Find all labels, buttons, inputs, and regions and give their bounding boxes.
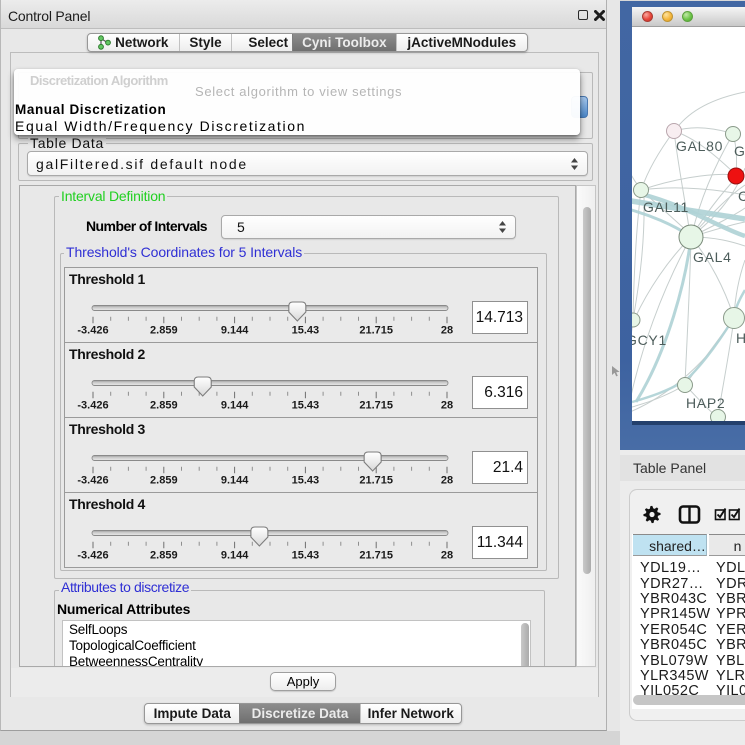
- svg-text:15.43: 15.43: [292, 474, 320, 486]
- svg-text:GAL80: GAL80: [676, 138, 723, 154]
- svg-text:GAL11: GAL11: [643, 199, 689, 215]
- svg-text:-3.426: -3.426: [77, 324, 108, 336]
- svg-text:2.859: 2.859: [150, 474, 178, 486]
- svg-text:28: 28: [441, 474, 453, 486]
- svg-text:GAL4: GAL4: [693, 249, 732, 265]
- svg-text:28: 28: [441, 324, 453, 336]
- svg-text:G.: G.: [734, 143, 745, 159]
- svg-text:9.144: 9.144: [221, 324, 249, 336]
- svg-text:21.715: 21.715: [359, 549, 393, 561]
- svg-text:-3.426: -3.426: [77, 549, 108, 561]
- svg-text:GCY1: GCY1: [632, 332, 667, 348]
- svg-text:15.43: 15.43: [292, 324, 320, 336]
- svg-text:H: H: [736, 330, 745, 346]
- svg-text:2.859: 2.859: [150, 324, 178, 336]
- svg-text:15.43: 15.43: [292, 549, 320, 561]
- svg-text:15.43: 15.43: [292, 399, 320, 411]
- svg-text:9.144: 9.144: [221, 474, 249, 486]
- svg-text:-3.426: -3.426: [77, 399, 108, 411]
- svg-text:21.715: 21.715: [359, 474, 393, 486]
- svg-text:21.715: 21.715: [359, 399, 393, 411]
- svg-text:-3.426: -3.426: [77, 474, 108, 486]
- svg-text:2.859: 2.859: [150, 549, 178, 561]
- svg-text:9.144: 9.144: [221, 399, 249, 411]
- svg-text:HAP2: HAP2: [686, 395, 725, 411]
- svg-text:2.859: 2.859: [150, 399, 178, 411]
- svg-text:28: 28: [441, 399, 453, 411]
- svg-text:C: C: [738, 188, 745, 204]
- svg-text:21.715: 21.715: [359, 324, 393, 336]
- svg-text:9.144: 9.144: [221, 549, 249, 561]
- svg-text:28: 28: [441, 549, 453, 561]
